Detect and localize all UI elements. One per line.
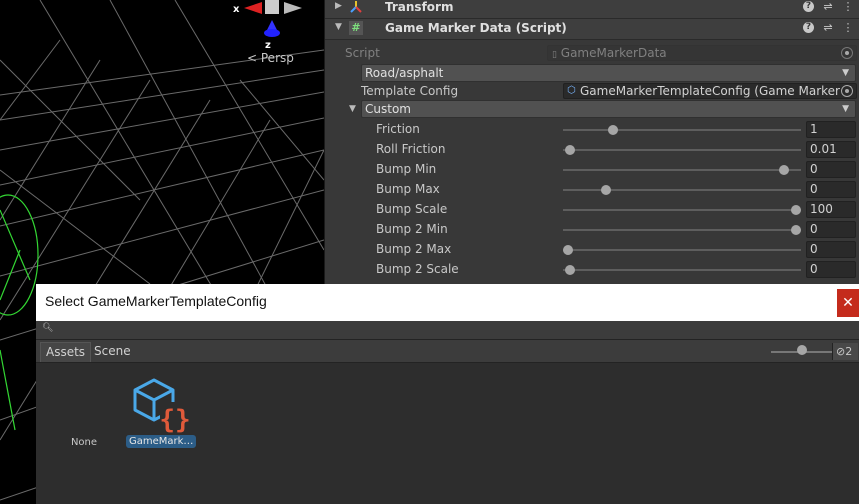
component-header[interactable]: ▼ # Game Marker Data (Script) ? ⇌ ⋮: [325, 19, 859, 40]
picker-title: Select GameMarkerTemplateConfig: [45, 293, 267, 309]
more-menu-icon[interactable]: ⋮: [842, 0, 854, 13]
slider-label: Bump 2 Max: [376, 242, 452, 256]
scriptable-object-icon: {}: [133, 378, 190, 434]
svg-text:{}: {}: [159, 405, 190, 434]
slider-label: Roll Friction: [376, 142, 446, 156]
slider-row: Bump Scale 100: [325, 200, 859, 219]
asset-label: None: [70, 437, 98, 448]
asset-item-none[interactable]: None: [66, 437, 102, 448]
asset-cube-icon: ⬡: [567, 85, 576, 96]
slider-value-field[interactable]: 0: [806, 241, 856, 258]
slider-thumb[interactable]: [779, 165, 790, 175]
slider-thumb[interactable]: [791, 205, 802, 215]
persp-label[interactable]: < Persp: [247, 51, 294, 65]
slider-label: Bump Scale: [376, 202, 448, 216]
inspector-panel: ▶ Transform ? ⇌ ⋮ ▼ # Game Marker Data (…: [324, 0, 859, 284]
custom-row: ▼ Custom ▼: [325, 100, 859, 119]
object-picker-window: Select GameMarkerTemplateConfig ✕ 🔍︎ Ass…: [36, 284, 859, 504]
object-picker-icon[interactable]: [841, 85, 853, 97]
transform-icon: [350, 1, 362, 13]
slider-label: Friction: [376, 122, 420, 136]
script-field: ▯ GameMarkerData: [547, 45, 857, 61]
close-button[interactable]: ✕: [837, 289, 859, 317]
custom-dropdown[interactable]: Custom ▼: [361, 100, 856, 118]
foldout-arrow-icon[interactable]: ▼: [349, 104, 356, 114]
slider-label: Bump 2 Min: [376, 222, 448, 236]
slider-row: Bump Max 0: [325, 180, 859, 199]
slider-thumb[interactable]: [791, 225, 802, 235]
template-config-field[interactable]: ⬡ GameMarkerTemplateConfig (Game Marker …: [563, 83, 857, 99]
surface-dropdown[interactable]: Road/asphalt ▼: [361, 64, 856, 82]
slider-track[interactable]: [563, 205, 802, 215]
asset-label: GameMark…: [126, 435, 197, 448]
slider-track[interactable]: [563, 165, 801, 175]
script-row: Script ▯ GameMarkerData: [325, 44, 859, 63]
slider-track[interactable]: [563, 265, 801, 275]
more-menu-icon[interactable]: ⋮: [842, 21, 854, 34]
script-icon: #: [349, 21, 363, 35]
help-icon[interactable]: ?: [803, 1, 814, 12]
slider-row: Bump Min 0: [325, 160, 859, 179]
picker-tabs: Assets Scene ⊘2: [36, 340, 859, 363]
slider-row: Roll Friction 0.01: [325, 140, 859, 159]
slider-value-field[interactable]: 0.01: [806, 141, 856, 158]
slider-value-field[interactable]: 1: [806, 121, 856, 138]
slider-value-field[interactable]: 0: [806, 161, 856, 178]
eye-slash-icon: ⊘: [836, 345, 846, 358]
tab-assets[interactable]: Assets: [40, 342, 92, 362]
slider-thumb[interactable]: [565, 145, 576, 155]
chevron-down-icon: ▼: [842, 68, 849, 78]
hidden-packages-toggle[interactable]: ⊘2: [832, 343, 858, 360]
chevron-down-icon: ▼: [842, 104, 849, 114]
presets-icon[interactable]: ⇌: [822, 21, 834, 34]
script-file-icon: ▯: [552, 50, 557, 60]
slider-track[interactable]: [562, 245, 801, 255]
slider-thumb[interactable]: [600, 185, 611, 195]
help-icon[interactable]: ?: [803, 22, 814, 33]
slider-thumb[interactable]: [565, 265, 576, 275]
slider-value-field[interactable]: 0: [806, 221, 856, 238]
asset-item-template[interactable]: {} GameMark…: [126, 376, 197, 448]
slider-track[interactable]: [563, 125, 801, 135]
template-row: Template Config ⬡ GameMarkerTemplateConf…: [325, 82, 859, 101]
slider-label: Bump 2 Scale: [376, 262, 459, 276]
component-title: Game Marker Data (Script): [385, 21, 567, 35]
presets-icon[interactable]: ⇌: [822, 0, 834, 13]
collapse-arrow-icon[interactable]: ▼: [335, 22, 342, 32]
script-label: Script: [345, 46, 380, 60]
tab-scene[interactable]: Scene: [89, 342, 136, 361]
slider-track[interactable]: [563, 145, 801, 155]
surface-row: Road/asphalt ▼: [325, 64, 859, 83]
slider-track[interactable]: [563, 225, 802, 235]
template-label: Template Config: [361, 84, 459, 98]
slider-thumb[interactable]: [607, 125, 618, 135]
slider-row: Friction 1: [325, 120, 859, 139]
transform-header[interactable]: ▶ Transform ? ⇌ ⋮: [325, 0, 859, 19]
hidden-count: 2: [845, 345, 853, 358]
slider-row: Bump 2 Min 0: [325, 220, 859, 239]
slider-value-field[interactable]: 0: [806, 261, 856, 278]
gizmo-x-label: x: [233, 4, 240, 15]
picker-titlebar[interactable]: Select GameMarkerTemplateConfig ✕: [36, 284, 859, 321]
object-picker-icon: [841, 47, 853, 59]
search-icon: 🔍︎: [42, 323, 54, 333]
slider-label: Bump Min: [376, 162, 437, 176]
zoom-slider-thumb[interactable]: [797, 345, 807, 355]
gizmo-z-label: z: [265, 40, 271, 51]
slider-value-field[interactable]: 0: [806, 181, 856, 198]
slider-thumb[interactable]: [562, 245, 573, 255]
slider-label: Bump Max: [376, 182, 440, 196]
slider-row: Bump 2 Max 0: [325, 240, 859, 259]
orientation-gizmo: [244, 0, 302, 37]
transform-title: Transform: [385, 0, 454, 14]
expand-arrow-icon[interactable]: ▶: [335, 1, 342, 11]
slider-track[interactable]: [563, 185, 801, 195]
slider-row: Bump 2 Scale 0: [325, 260, 859, 279]
slider-value-field[interactable]: 100: [806, 201, 856, 218]
search-input[interactable]: 🔍︎: [36, 321, 859, 340]
